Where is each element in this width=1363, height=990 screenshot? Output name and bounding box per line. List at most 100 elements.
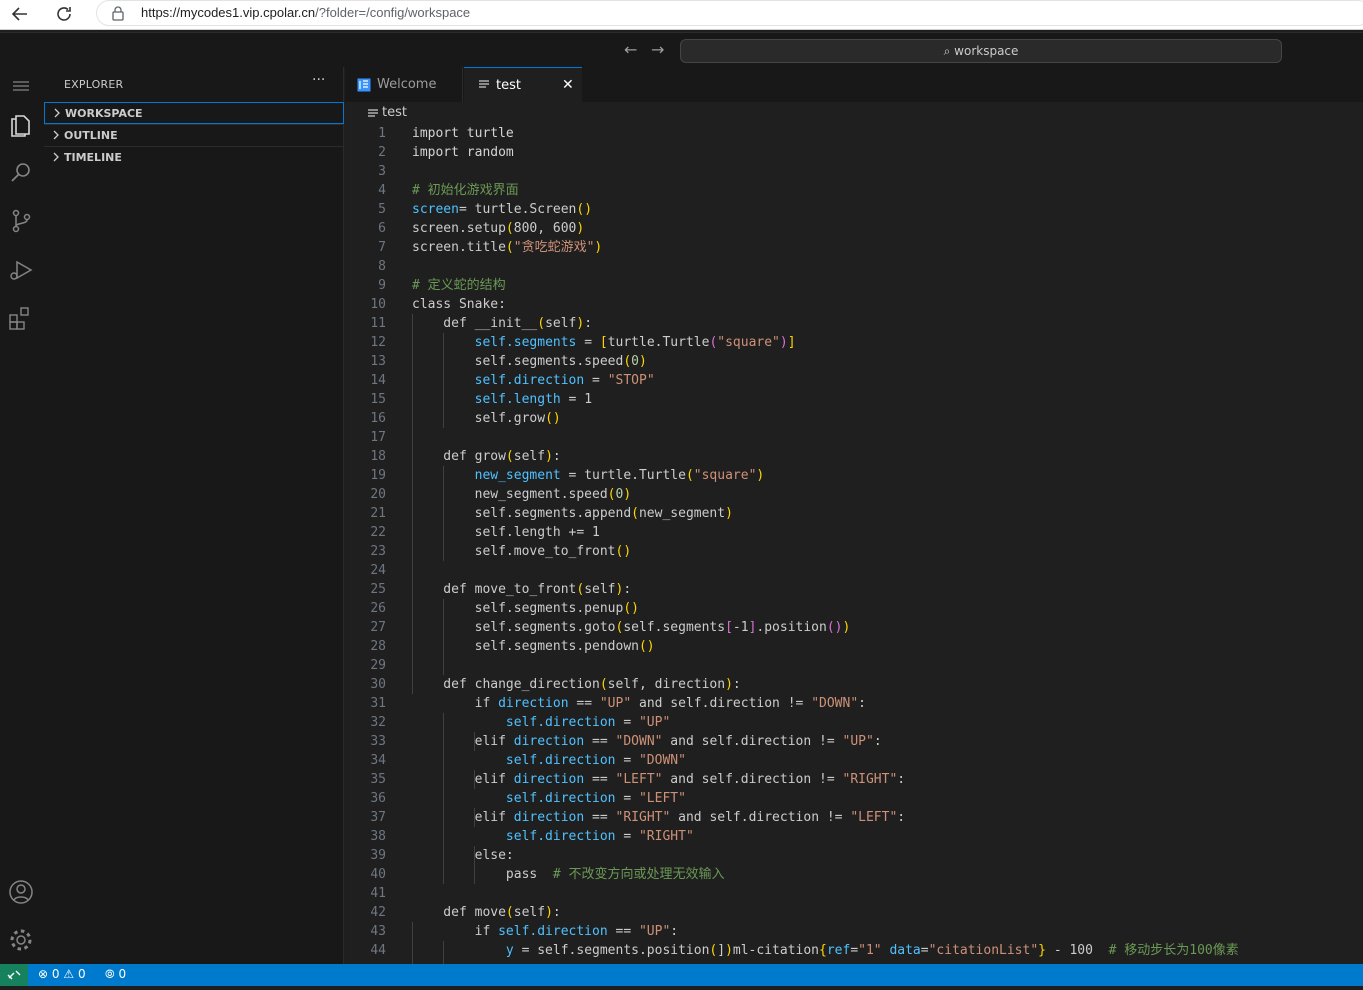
problems-indicator[interactable]: ⊗ 0 ⚠ 0 bbox=[38, 967, 86, 981]
code-token: self bbox=[513, 905, 546, 920]
search-icon[interactable] bbox=[6, 158, 36, 188]
code-token: turtle.Screen bbox=[466, 202, 577, 217]
code-token: and self.direction != bbox=[662, 772, 843, 787]
line-number: 10 bbox=[370, 297, 386, 312]
code-line[interactable]: pass # 不改变方向或处理无效输入 bbox=[412, 865, 725, 884]
code-token: self.direction bbox=[474, 373, 585, 388]
code-token: ( bbox=[599, 677, 608, 692]
breadcrumb: test bbox=[345, 102, 1363, 124]
menu-icon[interactable] bbox=[6, 71, 36, 101]
code-line[interactable]: def change_direction(self, direction): bbox=[412, 675, 740, 694]
line-number: 37 bbox=[370, 810, 386, 825]
code-token: } bbox=[1038, 943, 1046, 958]
more-actions-icon[interactable]: ··· bbox=[312, 72, 325, 88]
code-line[interactable]: self.segments.penup() bbox=[412, 599, 639, 618]
code-token: -1 bbox=[732, 620, 749, 635]
code-editor[interactable]: 1 import turtle 2 import random 3 4 # 初始化游戏界面 5… bbox=[345, 124, 1363, 964]
warning-icon: ⚠ bbox=[63, 967, 75, 981]
code-line[interactable]: import random bbox=[412, 143, 514, 162]
code-line[interactable]: if self.direction == "UP": bbox=[412, 922, 679, 941]
code-line[interactable]: def __init__(self): bbox=[412, 314, 592, 333]
code-line[interactable]: def move(self): bbox=[412, 903, 560, 922]
code-line[interactable]: screen= turtle.Screen() bbox=[412, 200, 592, 219]
close-icon[interactable]: ✕ bbox=[562, 77, 574, 93]
code-line[interactable]: elif direction == "LEFT" and self.direct… bbox=[412, 770, 906, 789]
code-line[interactable]: self.direction = "LEFT" bbox=[412, 789, 686, 808]
code-token: self.segments.goto bbox=[412, 620, 616, 635]
code-token: "UP" bbox=[842, 734, 874, 749]
ports-indicator[interactable]: ⦾ 0 bbox=[105, 967, 126, 982]
code-token: : bbox=[584, 316, 593, 331]
breadcrumb-item[interactable]: test bbox=[382, 105, 407, 120]
code-token: self.segments.penup bbox=[412, 601, 624, 616]
code-token: direction bbox=[513, 772, 585, 787]
extensions-icon[interactable] bbox=[6, 303, 36, 333]
code-line[interactable]: self.length = 1 bbox=[412, 390, 592, 409]
code-line[interactable]: if direction == "UP" and self.direction … bbox=[412, 694, 866, 713]
code-line[interactable]: # 定义蛇的结构 bbox=[412, 276, 506, 295]
command-center-search[interactable]: ⌕ workspace bbox=[680, 39, 1282, 63]
code-line[interactable]: self.direction = "RIGHT" bbox=[412, 827, 694, 846]
code-line[interactable]: new_segment.speed(0) bbox=[412, 485, 632, 504]
lock-icon bbox=[112, 6, 124, 21]
code-line[interactable]: self.segments.goto(self.segments[-1].pos… bbox=[412, 618, 851, 637]
code-token: "STOP" bbox=[607, 373, 655, 388]
code-token: elif bbox=[412, 772, 514, 787]
run-debug-icon[interactable] bbox=[6, 255, 36, 285]
code-line[interactable]: self.length += 1 bbox=[412, 523, 600, 542]
go-back-icon[interactable]: ← bbox=[624, 40, 637, 59]
code-token: ( bbox=[505, 905, 514, 920]
section-timeline[interactable]: TIMELINE bbox=[44, 146, 344, 168]
url-text: https://mycodes1.vip.cpolar.cn/?folder=/… bbox=[141, 5, 471, 20]
code-token: : bbox=[623, 582, 632, 597]
code-line[interactable]: elif direction == "DOWN" and self.direct… bbox=[412, 732, 882, 751]
code-line[interactable]: self.grow() bbox=[412, 409, 561, 428]
code-token: ( bbox=[607, 487, 616, 502]
code-token: direction bbox=[513, 734, 585, 749]
code-token: ) bbox=[725, 943, 733, 958]
line-number: 15 bbox=[370, 392, 386, 407]
code-token: ) bbox=[576, 221, 585, 236]
code-line[interactable]: # 初始化游戏界面 bbox=[412, 181, 519, 200]
section-workspace[interactable]: WORKSPACE bbox=[44, 102, 344, 124]
go-forward-icon[interactable]: → bbox=[651, 40, 664, 59]
gear-icon[interactable] bbox=[6, 925, 36, 955]
code-line[interactable]: self.direction = "STOP" bbox=[412, 371, 655, 390]
code-line[interactable]: self.segments = [turtle.Turtle("square")… bbox=[412, 333, 796, 352]
code-line[interactable]: class Snake: bbox=[412, 295, 506, 314]
code-token: y bbox=[505, 943, 514, 958]
code-line[interactable]: self.segments.pendown() bbox=[412, 637, 655, 656]
tab-welcome[interactable]: Welcome bbox=[345, 67, 463, 102]
back-arrow-icon[interactable] bbox=[8, 3, 32, 27]
code-line[interactable]: screen.setup(800, 600) bbox=[412, 219, 584, 238]
code-token: ) bbox=[725, 506, 733, 521]
address-bar[interactable]: https://mycodes1.vip.cpolar.cn/?folder=/… bbox=[96, 0, 1363, 26]
remote-indicator[interactable] bbox=[0, 964, 28, 986]
code-line[interactable]: def move_to_front(self): bbox=[412, 580, 631, 599]
code-line[interactable]: else: bbox=[412, 846, 514, 865]
code-line[interactable]: screen.title("贪吃蛇游戏") bbox=[412, 238, 602, 257]
source-control-icon[interactable] bbox=[6, 206, 36, 236]
code-token: == bbox=[584, 734, 616, 749]
code-line[interactable]: new_segment = turtle.Turtle("square") bbox=[412, 466, 765, 485]
line-number: 17 bbox=[370, 430, 386, 445]
code-line[interactable]: y = self.segments.position(])ml-citation… bbox=[412, 941, 1239, 960]
code-line[interactable]: self.move_to_front() bbox=[412, 542, 632, 561]
explorer-files-icon[interactable] bbox=[6, 110, 36, 140]
section-outline[interactable]: OUTLINE bbox=[44, 124, 344, 146]
code-line[interactable]: elif direction == "RIGHT" and self.direc… bbox=[412, 808, 906, 827]
code-token: def change_direction bbox=[412, 677, 600, 692]
code-line[interactable]: self.direction = "DOWN" bbox=[412, 751, 686, 770]
reload-icon[interactable] bbox=[52, 3, 76, 27]
code-line[interactable]: def grow(self): bbox=[412, 447, 560, 466]
code-line[interactable]: import turtle bbox=[412, 124, 514, 143]
line-number: 2 bbox=[378, 145, 386, 160]
code-line[interactable]: self.direction = "UP" bbox=[412, 713, 670, 732]
account-icon[interactable] bbox=[6, 877, 36, 907]
code-line[interactable]: self.segments.speed(0) bbox=[412, 352, 647, 371]
tab-test[interactable]: test ✕ bbox=[464, 67, 582, 102]
remote-icon bbox=[7, 970, 21, 980]
code-token: ( bbox=[685, 468, 694, 483]
code-token: def __init__ bbox=[412, 316, 538, 331]
code-line[interactable]: self.segments.append(new_segment) bbox=[412, 504, 733, 523]
